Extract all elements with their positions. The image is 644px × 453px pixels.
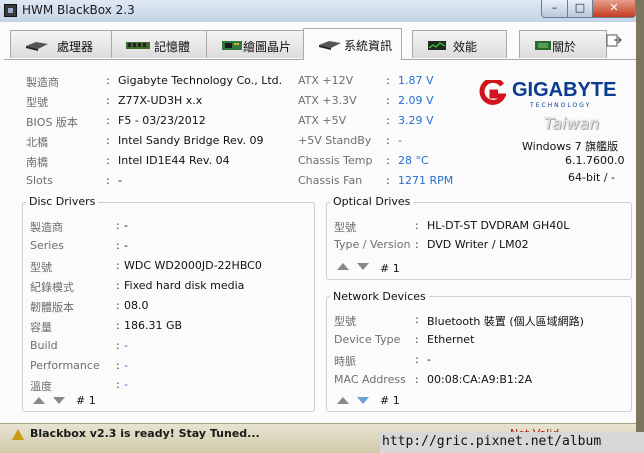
network-clock-label: 時脈	[334, 355, 356, 368]
tab-performance[interactable]: 效能	[412, 30, 507, 58]
network-next-arrow-icon[interactable]	[357, 397, 369, 404]
close-button[interactable]: ✕	[592, 0, 636, 18]
tab-memory[interactable]: 記憶體	[111, 30, 207, 58]
export-icon[interactable]	[606, 32, 624, 48]
gigabyte-logo: GIGABYTE TECHNOLOGY Taiwan	[478, 78, 638, 142]
manufacturer-label: 製造商	[26, 76, 59, 89]
network-devices-title: Network Devices	[330, 290, 429, 303]
optical-type-value: DVD Writer / LM02	[427, 238, 529, 251]
optical-next-arrow-icon[interactable]	[357, 263, 369, 270]
slots-label: Slots	[26, 174, 53, 187]
status-message: Blackbox v2.3 is ready! Stay Tuned...	[30, 427, 260, 440]
network-index: # 1	[380, 394, 400, 407]
atx5-value: 3.29 V	[398, 114, 434, 127]
network-model-label: 型號	[334, 315, 356, 328]
network-type-value: Ethernet	[427, 333, 475, 346]
disc-manufacturer-label: 製造商	[30, 221, 63, 234]
tab-bar: 處理器 記憶體 繪圖晶片 系統資訊 效能 關於	[0, 28, 644, 60]
window-title: HWM BlackBox 2.3	[22, 3, 135, 17]
app-icon	[4, 4, 17, 17]
disc-capacity-label: 容量	[30, 321, 52, 334]
optical-prev-arrow-icon[interactable]	[337, 263, 349, 270]
model-label: 型號	[26, 96, 48, 109]
southbridge-value: Intel ID1E44 Rev. 04	[118, 154, 230, 167]
atx5-label: ATX +5V	[298, 114, 347, 127]
chassis-fan-value: 1271 RPM	[398, 174, 454, 187]
minimize-button[interactable]: –	[541, 0, 568, 18]
northbridge-value: Intel Sandy Bridge Rev. 09	[118, 134, 264, 147]
disc-manufacturer-value: -	[124, 219, 128, 232]
disc-firmware-value: 08.0	[124, 299, 149, 312]
network-mac-value: 00:08:CA:A9:B1:2A	[427, 373, 533, 386]
disc-temperature-value: -	[124, 378, 128, 391]
network-mac-label: MAC Address	[334, 373, 406, 386]
network-model-value: Bluetooth 裝置 (個人區域網路)	[427, 315, 584, 328]
gigabyte-g-icon	[479, 80, 506, 105]
app-window: HWM BlackBox 2.3 – □ ✕ 處理器 記憶體 繪圖晶片 系統資訊…	[0, 0, 644, 453]
system-info-icon	[319, 41, 341, 50]
disc-series-label: Series	[30, 239, 64, 252]
performance-icon	[428, 41, 446, 50]
optical-model-label: 型號	[334, 221, 356, 234]
optical-model-value: HL-DT-ST DVDRAM GH40L	[427, 219, 570, 232]
disc-firmware-label: 韌體版本	[30, 301, 74, 314]
bios-label: BIOS 版本	[26, 116, 78, 129]
disc-series-value: -	[124, 239, 128, 252]
os-version: 6.1.7600.0	[565, 154, 625, 167]
atx33-label: ATX +3.3V	[298, 94, 357, 107]
disc-drivers-title: Disc Drivers	[26, 195, 99, 208]
chassis-temp-label: Chassis Temp	[298, 154, 373, 167]
optical-type-label: Type / Version	[334, 238, 411, 251]
manufacturer-value: Gigabyte Technology Co., Ltd.	[118, 74, 283, 87]
watermark-url: http://gric.pixnet.net/album	[380, 432, 644, 453]
os-name: Windows 7 旗艦版	[522, 140, 619, 153]
northbridge-label: 北橋	[26, 136, 48, 149]
optical-drives-title: Optical Drives	[330, 195, 414, 208]
memory-icon	[126, 42, 150, 49]
disc-model-label: 型號	[30, 261, 52, 274]
slots-value: -	[118, 174, 122, 187]
model-value: Z77X-UD3H x.x	[118, 94, 203, 107]
disc-capacity-value: 186.31 GB	[124, 319, 183, 332]
disc-prev-arrow-icon[interactable]	[33, 397, 45, 404]
disc-mode-label: 紀錄模式	[30, 281, 74, 294]
disc-next-arrow-icon[interactable]	[53, 397, 65, 404]
disc-mode-value: Fixed hard disk media	[124, 279, 245, 292]
network-prev-arrow-icon[interactable]	[337, 397, 349, 404]
chassis-fan-label: Chassis Fan	[298, 174, 363, 187]
tab-graphics[interactable]: 繪圖晶片	[206, 30, 304, 58]
title-bar[interactable]: HWM BlackBox 2.3 – □ ✕	[0, 0, 644, 22]
os-arch: 64-bit / -	[568, 171, 615, 184]
tab-about[interactable]: 關於	[519, 30, 607, 58]
tab-cpu[interactable]: 處理器	[10, 30, 112, 58]
optical-index: # 1	[380, 262, 400, 275]
southbridge-label: 南橋	[26, 156, 48, 169]
standby-value: -	[398, 134, 402, 147]
disc-temperature-label: 溫度	[30, 380, 52, 393]
window-edge-shadow	[636, 0, 644, 453]
maximize-button[interactable]: □	[567, 0, 593, 18]
disc-build-label: Build	[30, 339, 58, 352]
cpu-icon	[26, 42, 48, 51]
network-type-label: Device Type	[334, 333, 401, 346]
disc-performance-label: Performance	[30, 359, 100, 372]
disc-model-value: WDC WD2000JD-22HBC0	[124, 259, 262, 272]
chassis-temp-value: 28 °C	[398, 154, 429, 167]
atx33-value: 2.09 V	[398, 94, 434, 107]
bios-value: F5 - 03/23/2012	[118, 114, 206, 127]
network-clock-value: -	[427, 353, 431, 366]
disc-performance-value: -	[124, 359, 128, 372]
tab-system-info[interactable]: 系統資訊	[303, 28, 402, 60]
disc-build-value: -	[124, 339, 128, 352]
disc-index: # 1	[76, 394, 96, 407]
atx12-value: 1.87 V	[398, 74, 434, 87]
warning-icon	[12, 429, 24, 440]
atx12-label: ATX +12V	[298, 74, 354, 87]
standby-label: +5V StandBy	[298, 134, 372, 147]
